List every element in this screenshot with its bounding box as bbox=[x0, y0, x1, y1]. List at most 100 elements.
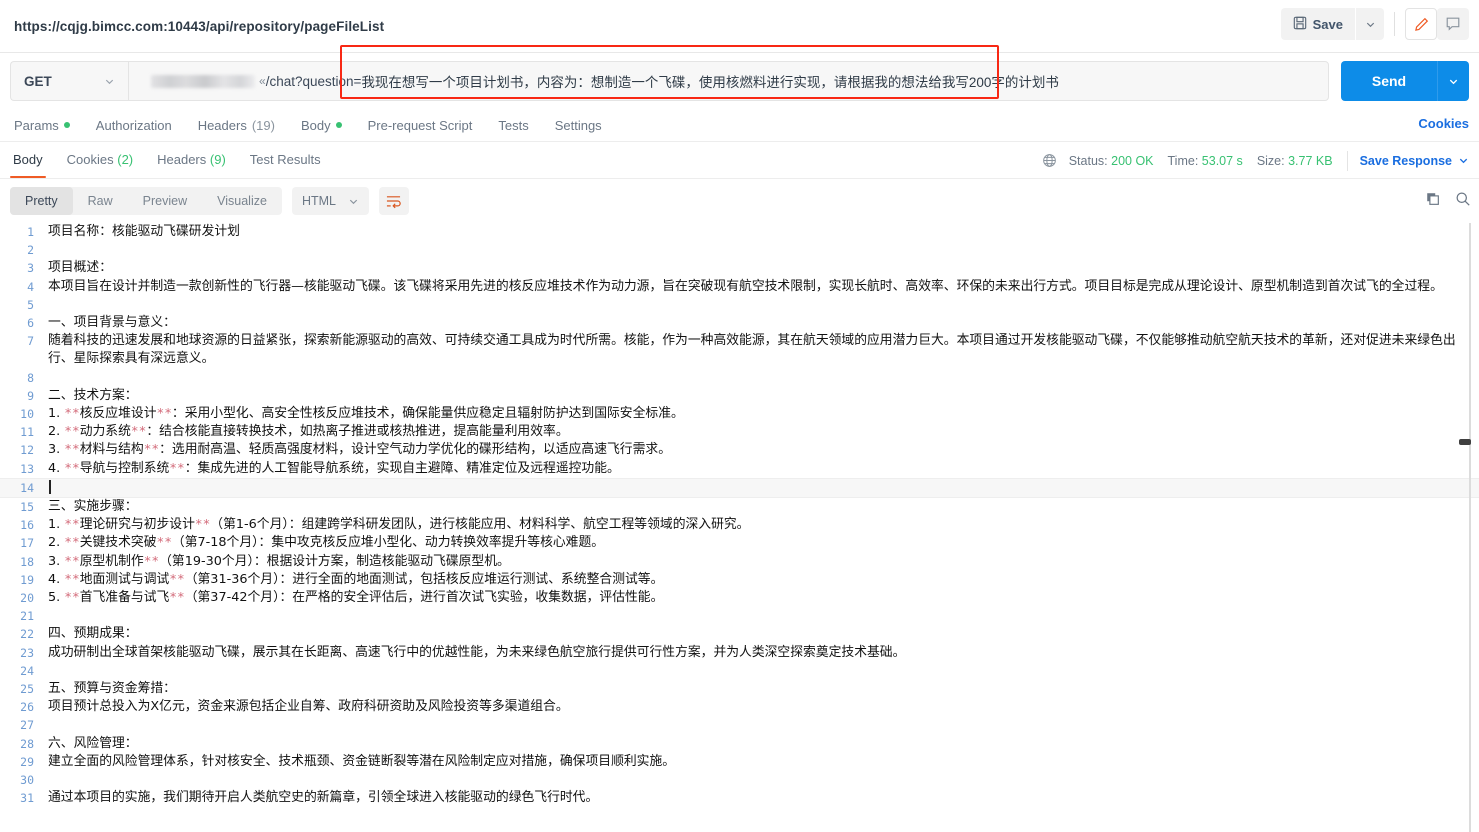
word-wrap-icon bbox=[387, 195, 402, 208]
code-line-text bbox=[48, 479, 1479, 497]
size-value: 3.77 KB bbox=[1288, 153, 1333, 168]
vertical-scrollbar-thumb[interactable] bbox=[1459, 439, 1471, 445]
top-bar-actions: Save bbox=[1280, 8, 1469, 40]
code-line-text bbox=[48, 241, 1479, 259]
response-tab-cookies[interactable]: Cookies (2) bbox=[64, 143, 136, 177]
line-number: 4 bbox=[27, 279, 34, 294]
line-number: 27 bbox=[20, 718, 34, 733]
cookies-link[interactable]: Cookies bbox=[1418, 116, 1469, 131]
response-tab-headers[interactable]: Headers (9) bbox=[154, 143, 229, 177]
comment-icon bbox=[1446, 17, 1460, 31]
code-line: 23 成功研制出全球首架核能驱动飞碟，展示其在长距离、高速飞行中的优越性能，为未来… bbox=[0, 644, 1479, 662]
code-line-text: 一、项目背景与意义： bbox=[48, 315, 176, 331]
line-number: 15 bbox=[20, 500, 34, 515]
response-tab-cookies-label: Cookies bbox=[66, 152, 114, 167]
code-line: 27 bbox=[0, 716, 1479, 734]
response-tab-body[interactable]: Body bbox=[10, 143, 46, 178]
code-line: 15 三、实施步骤： bbox=[0, 498, 1479, 516]
send-options-dropdown[interactable] bbox=[1437, 61, 1469, 101]
line-number: 24 bbox=[20, 663, 34, 678]
body-format-select[interactable]: HTML bbox=[291, 187, 369, 215]
chevron-down-icon bbox=[1366, 22, 1374, 27]
code-line: 24 bbox=[0, 662, 1479, 680]
tab-body-label: Body bbox=[300, 117, 331, 133]
tab-pre-request-script[interactable]: Pre-request Script bbox=[368, 118, 473, 133]
request-tab-bar: Params Authorization Headers (19) Body P… bbox=[0, 109, 1479, 142]
response-meta: Status: 200 OK Time: 53.07 s Size: 3.77 … bbox=[1042, 142, 1469, 179]
time-label-text: Time: bbox=[1167, 153, 1199, 168]
tab-authorization[interactable]: Authorization bbox=[96, 118, 172, 133]
tab-settings[interactable]: Settings bbox=[555, 118, 602, 133]
tab-params-label: Params bbox=[14, 117, 59, 133]
code-line: 1 项目名称：核能驱动飞碟研发计划 bbox=[0, 223, 1479, 241]
tab-tests[interactable]: Tests bbox=[498, 118, 528, 133]
code-line-text: 4. **地面测试与调试**（第31-36个月）：进行全面的地面测试，包括核反应… bbox=[48, 571, 664, 587]
code-line: 13 4. **导航与控制系统**：集成先进的人工智能导航系统，实现自主避障、精准… bbox=[0, 460, 1479, 478]
line-number: 2 bbox=[27, 243, 34, 258]
copy-button[interactable] bbox=[1425, 191, 1441, 212]
tab-params[interactable]: Params bbox=[14, 118, 70, 133]
code-line: 2 bbox=[0, 241, 1479, 259]
tab-body[interactable]: Body bbox=[301, 118, 342, 133]
code-line-text: 2. **关键技术突破**（第7-18个月）：集中攻克核反应堆小型化、动力转换效… bbox=[48, 535, 605, 551]
request-url-input[interactable]: « /chat?question= 我现在想写一个项目计划书，内容为：想制造一个… bbox=[128, 61, 1329, 101]
code-line-text: 项目名称：核能驱动飞碟研发计划 bbox=[48, 224, 240, 239]
code-line: 7 随着科技的迅速发展和地球资源的日益紧张，探索新能源驱动的高效、可持续交通工具成… bbox=[0, 332, 1479, 368]
line-number: 30 bbox=[20, 773, 34, 788]
response-body-viewer[interactable]: 1 项目名称：核能驱动飞碟研发计划 2 3 项目概述： 4 本项目旨在设计并制造一款创新性… bbox=[0, 223, 1479, 832]
view-visualize-button[interactable]: Visualize bbox=[202, 187, 282, 215]
response-tab-body-label: Body bbox=[13, 152, 43, 167]
code-line: 4 本项目旨在设计并制造一款创新性的飞行器—核能驱动飞碟。该飞碟将采用先进的核反应… bbox=[0, 278, 1479, 296]
line-number: 21 bbox=[20, 609, 34, 624]
line-number: 11 bbox=[20, 425, 34, 440]
save-button[interactable]: Save bbox=[1280, 8, 1355, 40]
search-button[interactable] bbox=[1455, 191, 1471, 212]
code-line-text: 通过本项目的实施，我们期待开启人类航空史的新篇章，引领全球进入核能驱动的绿色飞行… bbox=[48, 790, 599, 806]
line-number: 25 bbox=[20, 682, 34, 697]
view-preview-button[interactable]: Preview bbox=[128, 187, 202, 215]
view-raw-button[interactable]: Raw bbox=[73, 187, 128, 215]
url-mid-marker: « bbox=[259, 74, 266, 88]
send-button[interactable]: Send bbox=[1341, 61, 1437, 101]
response-tab-bar: Body Cookies (2) Headers (9) Test Result… bbox=[0, 142, 1479, 179]
code-line: 5 bbox=[0, 296, 1479, 314]
code-line: 12 3. **材料与结构**：选用耐高温、轻质高强度材料，设计空气动力学优化的碟… bbox=[0, 441, 1479, 459]
code-line: 26 项目预计总投入为X亿元，资金来源包括企业自筹、政府科研资助及风险投资等多渠道… bbox=[0, 698, 1479, 716]
code-line-text bbox=[48, 771, 1479, 789]
code-line-text: 三、实施步骤： bbox=[48, 499, 138, 515]
line-number: 19 bbox=[20, 572, 34, 587]
code-line: 31 通过本项目的实施，我们期待开启人类航空史的新篇章，引领全球进入核能驱动的绿色… bbox=[0, 789, 1479, 807]
line-number: 3 bbox=[27, 261, 34, 276]
floppy-disk-icon bbox=[1293, 16, 1307, 33]
tab-headers[interactable]: Headers (19) bbox=[198, 118, 275, 133]
view-pretty-button[interactable]: Pretty bbox=[10, 187, 73, 215]
vertical-scrollbar-track[interactable] bbox=[1459, 223, 1471, 832]
globe-icon bbox=[1042, 153, 1057, 168]
code-line: 11 2. **动力系统**：结合核能直接转换技术，如热离子推进或核热推进，提高能… bbox=[0, 423, 1479, 441]
tab-authorization-label: Authorization bbox=[95, 117, 172, 133]
code-line: 25 五、预算与资金筹措： bbox=[0, 680, 1479, 698]
response-tab-test-results-label: Test Results bbox=[249, 152, 321, 167]
time-value: 53.07 s bbox=[1201, 153, 1243, 168]
line-number: 23 bbox=[20, 645, 34, 660]
code-line-text bbox=[48, 716, 1479, 734]
code-line: 10 1. **核反应堆设计**：采用小型化、高安全性核反应堆技术，确保能量供应稳… bbox=[0, 405, 1479, 423]
code-line-text bbox=[48, 296, 1479, 314]
edit-request-button[interactable] bbox=[1405, 8, 1437, 40]
code-line-text: 3. **材料与结构**：选用耐高温、轻质高强度材料，设计空气动力学优化的碟形结… bbox=[48, 442, 671, 458]
response-tab-test-results[interactable]: Test Results bbox=[247, 143, 324, 177]
line-number: 13 bbox=[20, 461, 34, 476]
http-method-select[interactable]: GET bbox=[10, 61, 128, 101]
code-line-list: 1 项目名称：核能驱动飞碟研发计划 2 3 项目概述： 4 本项目旨在设计并制造一款创新性… bbox=[0, 223, 1479, 808]
save-response-button[interactable]: Save Response bbox=[1360, 154, 1469, 168]
comments-button[interactable] bbox=[1437, 8, 1469, 40]
code-line-text bbox=[48, 607, 1479, 625]
save-button-label: Save bbox=[1312, 16, 1343, 32]
divider bbox=[1346, 150, 1348, 171]
tab-tests-label: Tests bbox=[498, 117, 529, 133]
line-number: 14 bbox=[20, 480, 34, 495]
save-options-dropdown[interactable] bbox=[1356, 8, 1384, 40]
word-wrap-toggle[interactable] bbox=[378, 187, 409, 215]
line-number: 17 bbox=[20, 536, 34, 551]
line-number: 28 bbox=[20, 736, 34, 751]
